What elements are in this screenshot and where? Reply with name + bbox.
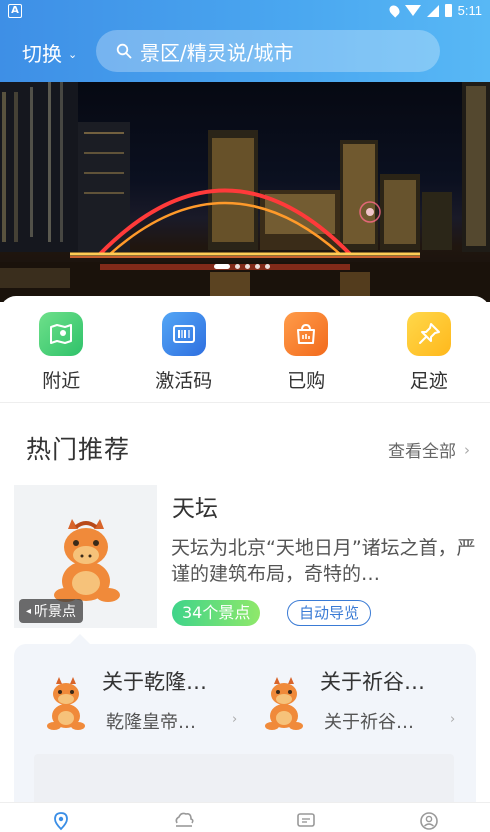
header: A 5:11 切换 ⌄ 景区/精灵说/城市 [0,0,490,82]
auto-guide-button[interactable]: 自动导览 [287,600,372,626]
status-time: 5:11 [457,3,482,18]
banner-image [0,82,490,302]
signal-icon [426,4,439,17]
spots-count-badge: 34个景点 [172,600,261,626]
location-icon [54,812,69,831]
bottom-tab-bar [0,802,490,832]
quick-action-purchased[interactable]: 已购 [245,312,368,402]
carousel-dot[interactable] [235,264,240,269]
quick-action-nearby[interactable]: 附近 [0,312,123,402]
status-bar: A 5:11 [0,0,490,22]
city-switch-button[interactable]: 切换 ⌄ [22,38,77,67]
location-status-icon [387,3,402,18]
notification-icon: A [8,4,22,18]
chevron-right-icon: › [450,712,456,727]
profile-icon [419,812,438,830]
status-icons: 5:11 [387,3,482,18]
quick-action-label: 激活码 [155,370,213,392]
tab-profile[interactable] [368,803,490,832]
carousel-indicator [214,264,270,269]
chevron-right-icon: › [464,440,470,459]
sub-spot-item[interactable]: 关于乾隆… 乾隆皇帝… › [14,658,237,738]
see-all-label: 查看全部 [388,442,456,462]
section-title: 热门推荐 [26,435,131,464]
sub-spot-title: 关于祈谷… [320,670,425,694]
attraction-description: 天坛为北京“天地日月”诸坛之首，严谨的建筑布局，奇特的… [171,537,476,585]
wifi-icon [404,5,421,16]
search-input[interactable]: 景区/精灵说/城市 [96,30,440,72]
quick-action-label: 附近 [42,370,81,392]
barcode-icon [161,312,206,356]
message-icon [297,813,316,827]
sub-spot-desc: 关于祈谷… [324,712,414,733]
quick-action-label: 足迹 [409,370,448,392]
cloud-mountain-icon [175,812,194,827]
divider [0,402,490,403]
sub-spot-title: 关于乾隆… [102,670,207,694]
battery-icon [444,4,452,17]
carousel-dot[interactable] [245,264,250,269]
search-icon [116,43,132,59]
pony-mascot-icon [265,677,303,730]
see-all-link[interactable]: 查看全部 › [388,437,470,463]
carousel-dot[interactable] [255,264,260,269]
quick-actions: 附近 激活码 已购 足迹 [0,312,490,402]
banner-carousel[interactable] [0,82,490,302]
audio-icon: ◂ [26,605,32,617]
chevron-down-icon: ⌄ [68,47,78,61]
app-screen: A 5:11 切换 ⌄ 景区/精灵说/城市 附近 激活码 已购 足迹 热门推荐 … [0,0,490,832]
map-icon [39,312,84,356]
main-content: 附近 激活码 已购 足迹 热门推荐 查看全部 › ◂ 听景点 天坛 天坛为北京“… [0,296,490,832]
tab-messages[interactable] [245,803,368,832]
tab-guide[interactable] [0,803,123,832]
listen-label: 听景点 [34,604,77,620]
sub-spot-item[interactable]: 关于祈谷… 关于祈谷… › [232,658,455,738]
quick-action-label: 已购 [287,370,326,392]
carousel-dot[interactable] [265,264,270,269]
attraction-name[interactable]: 天坛 [172,489,218,523]
quick-action-footprint[interactable]: 足迹 [368,312,490,402]
panel-pointer [70,634,90,644]
pony-mascot-icon [47,677,85,730]
sub-spots-panel: 关于乾隆… 乾隆皇帝… › 关于祈谷… 关于祈谷… › [14,644,476,814]
sub-spot-desc: 乾隆皇帝… [106,712,196,733]
listen-spot-button[interactable]: ◂ 听景点 [19,599,84,623]
quick-action-activation-code[interactable]: 激活码 [123,312,246,402]
search-placeholder: 景区/精灵说/城市 [140,40,294,65]
city-switch-label: 切换 [22,42,62,66]
tab-scenic[interactable] [123,803,246,832]
shopping-bag-icon [284,312,329,356]
pin-icon [406,312,451,356]
carousel-dot[interactable] [214,264,230,269]
